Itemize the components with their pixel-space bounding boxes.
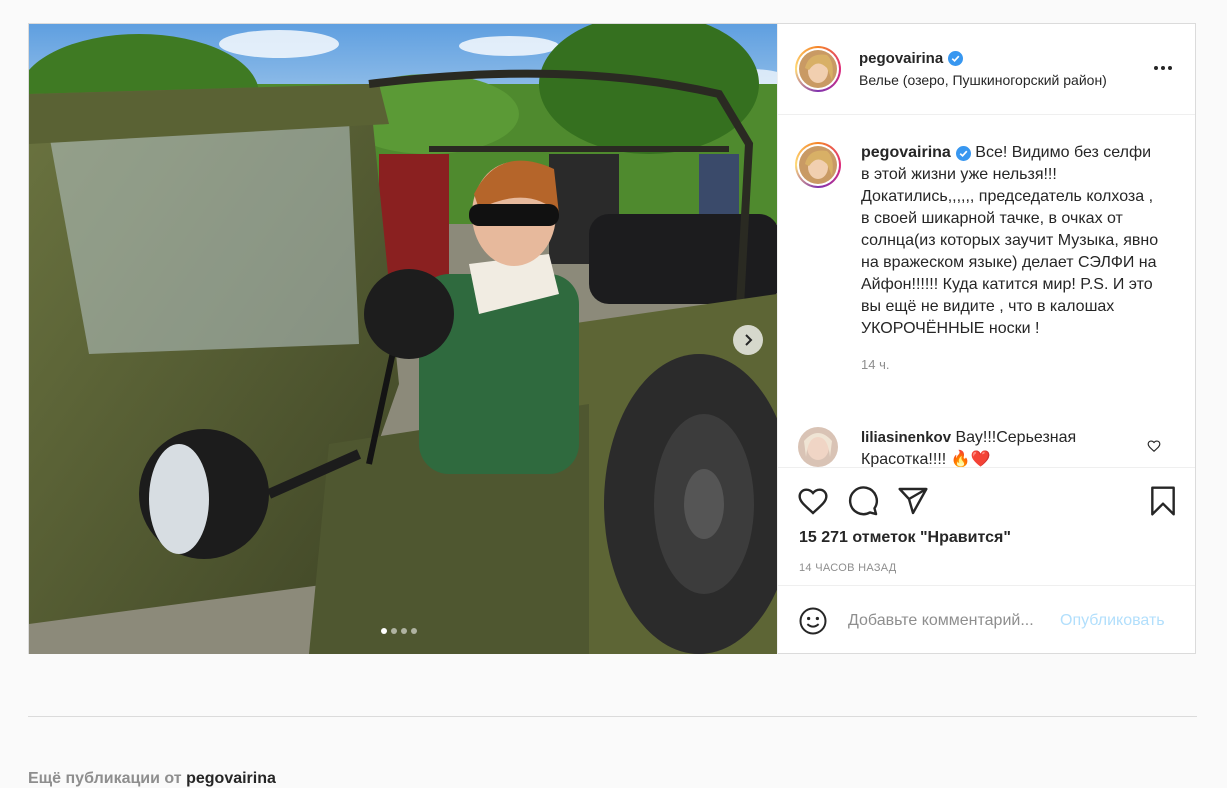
- post-photo[interactable]: [29, 24, 777, 654]
- photo-jeep-scene: [29, 24, 777, 654]
- comments-list[interactable]: pegovairina Все! Видимо без селфи в этой…: [778, 115, 1195, 467]
- share-icon[interactable]: [897, 485, 929, 517]
- author-avatar-image: [799, 50, 837, 88]
- save-bookmark-icon[interactable]: [1147, 485, 1179, 517]
- carousel-dot-2: [391, 628, 397, 634]
- section-divider: [28, 716, 1197, 717]
- commenter-avatar[interactable]: [798, 427, 838, 467]
- carousel-dot-3: [401, 628, 407, 634]
- post-location[interactable]: Велье (озеро, Пушкиногорский район): [859, 72, 1107, 88]
- comment-like-heart-icon[interactable]: [1147, 439, 1161, 453]
- next-arrow-icon: [745, 334, 753, 346]
- carousel-next-button[interactable]: [733, 325, 763, 355]
- comment-input[interactable]: [846, 610, 1056, 631]
- like-heart-icon[interactable]: [797, 485, 829, 517]
- likes-count[interactable]: 15 271 отметок "Нравится": [799, 529, 1011, 547]
- verified-badge-icon: [955, 145, 971, 161]
- add-comment-bar: Опубликовать: [778, 585, 1195, 655]
- carousel-dot-4: [411, 628, 417, 634]
- more-posts-heading: Ещё публикации от pegovairina: [28, 770, 276, 788]
- more-posts-prefix: Ещё публикации от: [28, 770, 182, 787]
- more-options-icon[interactable]: [1153, 58, 1173, 78]
- carousel-indicator: [381, 628, 417, 634]
- post-actions: 15 271 отметок "Нравится" 14 ЧАСОВ НАЗАД: [778, 467, 1195, 586]
- caption-time[interactable]: 14 ч.: [861, 354, 1161, 376]
- publish-button[interactable]: Опубликовать: [1060, 612, 1165, 630]
- more-posts-username-link[interactable]: pegovairina: [186, 770, 276, 787]
- emoji-icon[interactable]: [798, 606, 828, 636]
- author-username-link[interactable]: pegovairina: [859, 50, 964, 67]
- post-header: pegovairina Велье (озеро, Пушкиногорский…: [778, 24, 1195, 115]
- author-avatar[interactable]: [795, 46, 841, 92]
- caption-body: pegovairina Все! Видимо без селфи в этой…: [861, 142, 1161, 376]
- comment-item: liliasinenkov Вау!!!Серьезная Красотка!!…: [798, 427, 1131, 467]
- comment-body: liliasinenkov Вау!!!Серьезная Красотка!!…: [861, 427, 1131, 467]
- commenter-username[interactable]: liliasinenkov: [861, 427, 951, 449]
- post-caption: pegovairina Все! Видимо без селфи в этой…: [795, 142, 1161, 376]
- post-sidebar: pegovairina Велье (озеро, Пушкиногорский…: [777, 24, 1195, 654]
- caption-username[interactable]: pegovairina: [861, 142, 951, 164]
- caption-text: Все! Видимо без селфи в этой жизни уже н…: [861, 144, 1159, 337]
- carousel-dot-1: [381, 628, 387, 634]
- verified-badge-icon: [948, 51, 964, 66]
- post-card: pegovairina Велье (озеро, Пушкиногорский…: [28, 23, 1196, 654]
- header-text: pegovairina Велье (озеро, Пушкиногорский…: [859, 50, 1107, 88]
- caption-avatar-image: [799, 146, 837, 184]
- author-username[interactable]: pegovairina: [859, 50, 943, 67]
- caption-username-link[interactable]: pegovairina: [861, 142, 971, 164]
- comment-icon[interactable]: [847, 485, 879, 517]
- caption-author-avatar[interactable]: [795, 142, 841, 188]
- post-timestamp[interactable]: 14 ЧАСОВ НАЗАД: [799, 562, 897, 574]
